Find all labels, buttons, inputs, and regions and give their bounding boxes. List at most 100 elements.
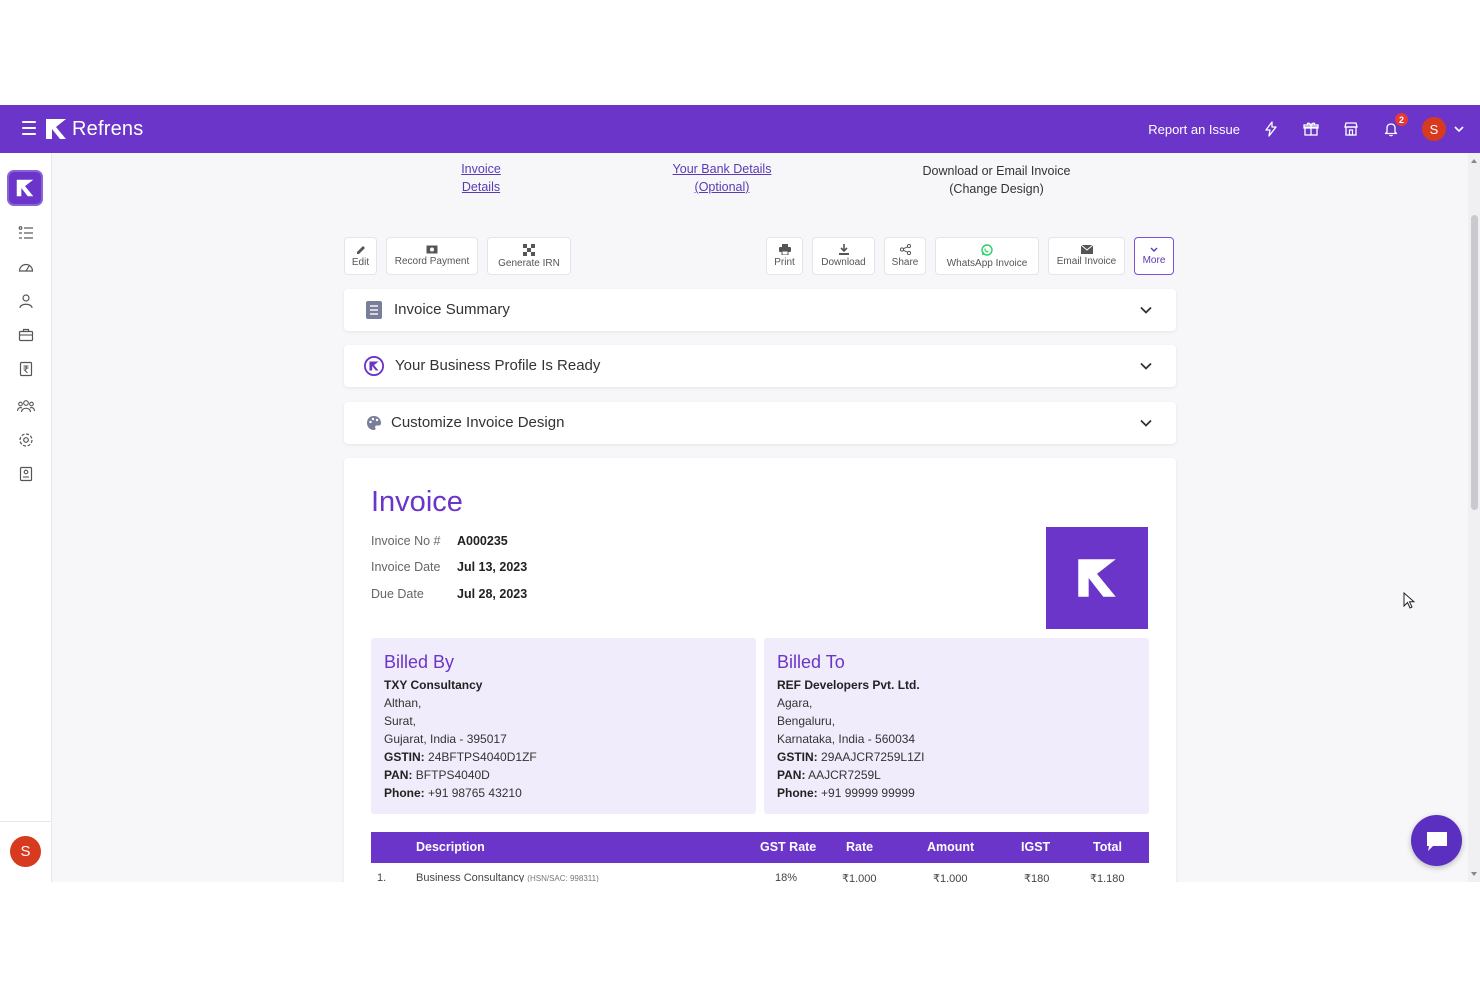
sidebar-dashboard-icon[interactable] [16,257,36,277]
business-profile-accordion[interactable]: Your Business Profile Is Ready [344,345,1176,387]
whatsapp-label: WhatsApp Invoice [946,257,1028,269]
notification-badge: 2 [1395,113,1408,126]
billed-by-phone: Phone: +91 98765 43210 [384,786,522,800]
user-menu[interactable]: S [1422,117,1464,141]
invoice-no-value: A000235 [457,534,508,548]
bank-details-optional[interactable]: (Optional) [695,180,750,194]
whatsapp-icon [981,243,993,256]
sidebar-settings-icon[interactable] [16,430,36,450]
sidebar-rupee-icon[interactable] [16,359,36,379]
print-button[interactable]: Print [766,237,803,275]
store-icon[interactable] [1342,120,1360,138]
row-gst-rate: 18% [775,872,798,882]
pencil-icon [356,245,365,254]
accordion-title: Your Business Profile Is Ready [395,357,601,374]
gift-icon[interactable] [1302,120,1320,138]
bank-details-link[interactable]: Your Bank Details [673,162,772,176]
share-button[interactable]: Share [884,237,926,275]
billed-to-pan: PAN: AAJCR7259L [777,768,881,782]
sidebar-briefcase-icon[interactable] [16,325,36,345]
download-button[interactable]: Download [812,237,875,275]
billed-to-box: Billed To REF Developers Pvt. Ltd. Agara… [764,638,1149,814]
row-total: ₹1,180 [1090,873,1125,882]
sidebar-team-icon[interactable] [16,396,36,416]
email-label: Email Invoice [1056,256,1117,267]
chevron-down-icon [1454,126,1464,133]
invoice-summary-accordion[interactable]: Invoice Summary [344,289,1176,331]
invoice-date-label: Invoice Date [371,560,441,574]
sidebar-user-icon[interactable] [16,291,36,311]
row-igst: ₹180 [1024,873,1050,882]
row-rate: ₹1,000 [842,873,877,882]
invoice-details-link[interactable]: Invoice Details [461,162,501,194]
sidebar-list-icon[interactable] [16,223,36,243]
table-row: 1. Business Consultancy (HSN/SAC: 998311… [371,870,1149,882]
report-issue-link[interactable]: Report an Issue [1148,122,1240,137]
billed-to-address-2: Bengaluru, [777,714,836,728]
step-download-email: Download or Email Invoice (Change Design… [904,162,1089,198]
step-invoice-details[interactable]: Invoice Details [441,160,521,196]
page-scrollbar[interactable] [1468,153,1480,882]
brand-logo[interactable]: Refrens [44,117,143,141]
hamburger-menu-icon[interactable] [22,121,36,135]
record-payment-button[interactable]: Record Payment [386,237,478,275]
email-invoice-button[interactable]: Email Invoice [1048,237,1125,275]
billed-to-heading: Billed To [777,652,845,672]
invoice-title: Invoice [371,486,463,518]
cash-icon [426,245,438,254]
more-button[interactable]: More [1134,237,1174,275]
whatsapp-invoice-button[interactable]: WhatsApp Invoice [935,237,1039,275]
palette-icon [364,413,384,433]
column-header: GST Rate [760,840,817,854]
top-right-actions: Report an Issue 2 S [1148,105,1464,153]
column-header: Description [416,840,485,854]
sidebar-document-icon[interactable] [16,464,36,484]
refrens-logo-icon [1078,559,1116,597]
billed-by-box: Billed By TXY Consultancy Althan, Surat,… [371,638,756,814]
user-avatar: S [1422,117,1446,141]
due-date-value: Jul 28, 2023 [457,587,528,601]
app-frame: Refrens Report an Issue 2 S S Invoice De… [0,105,1480,882]
edit-button[interactable]: Edit [344,237,377,275]
billed-by-address-2: Surat, [384,714,417,728]
chevron-down-icon[interactable] [1138,358,1154,374]
column-header: Amount [927,840,975,854]
due-date-label: Due Date [371,587,424,601]
customize-design-accordion[interactable]: Customize Invoice Design [344,402,1176,444]
scroll-up-arrow-icon[interactable] [1471,159,1477,163]
billed-to-name: REF Developers Pvt. Ltd. [777,678,920,692]
edit-label: Edit [351,256,370,268]
sidebar-logo[interactable] [7,170,43,206]
scroll-down-arrow-icon[interactable] [1471,872,1477,876]
notification-bell-icon[interactable]: 2 [1382,113,1408,138]
billed-to-address-3: Karnataka, India - 560034 [777,732,916,746]
generate-irn-label: Generate IRN [498,257,560,269]
irn-icon [523,243,535,256]
lightning-icon[interactable] [1262,120,1280,138]
row-amount: ₹1,000 [933,873,968,882]
row-description: Business Consultancy (HSN/SAC: 998311) [416,872,599,882]
refrens-logo-icon [46,119,66,139]
billed-to-address-1: Agara, [777,696,813,710]
step-bank-details[interactable]: Your Bank Details (Optional) [662,160,782,196]
billed-by-name: TXY Consultancy [384,678,483,692]
accordion-title: Invoice Summary [394,301,510,318]
chat-support-button[interactable] [1411,815,1462,866]
document-icon [364,300,384,320]
print-label: Print [774,257,795,268]
invoice-steps: Invoice Details Your Bank Details (Optio… [344,160,1176,200]
left-sidebar: S [0,153,52,882]
billed-by-gstin: GSTIN: 24BFTPS4040D1ZF [384,750,537,764]
chevron-down-icon[interactable] [1138,302,1154,318]
chevron-down-icon[interactable] [1138,415,1154,431]
billed-by-address-3: Gujarat, India - 395017 [384,732,507,746]
brand-name: Refrens [72,117,144,140]
sidebar-user-avatar[interactable]: S [10,836,41,867]
billed-to-gstin: GSTIN: 29AAJCR7259L1ZI [777,750,925,764]
generate-irn-button[interactable]: Generate IRN [487,237,571,275]
envelope-icon [1080,245,1093,254]
scrollbar-thumb[interactable] [1471,215,1478,510]
record-payment-label: Record Payment [394,256,470,267]
billed-by-pan: PAN: BFTPS4040D [384,768,490,782]
share-label: Share [891,257,919,268]
